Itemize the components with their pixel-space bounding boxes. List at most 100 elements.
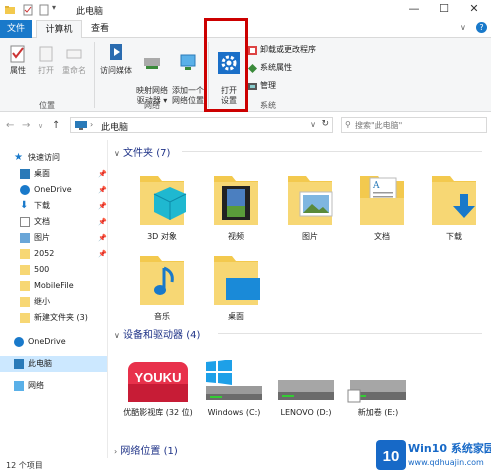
nav-item-pictures[interactable]: 图片 📌 bbox=[0, 230, 107, 246]
drive-c[interactable]: Windows (C:) bbox=[198, 360, 270, 418]
properties-button[interactable]: 属性 bbox=[6, 44, 30, 76]
computer-icon bbox=[75, 121, 87, 130]
3d-objects-icon bbox=[140, 176, 187, 225]
access-media-label: 访问媒体 bbox=[100, 66, 132, 75]
minimize-button[interactable]: — bbox=[406, 2, 422, 16]
nav-item-jixiao[interactable]: 继小 bbox=[0, 294, 107, 310]
nav-label: 下载 bbox=[34, 201, 50, 210]
rename-button[interactable]: 重命名 bbox=[60, 44, 88, 76]
nav-item-quick-access[interactable]: ★ 快速访问 bbox=[0, 150, 107, 166]
add-network-location-button[interactable]: 添加一个 网络位置 bbox=[170, 42, 206, 106]
desktop-icon bbox=[20, 169, 30, 179]
ribbon-divider bbox=[94, 42, 95, 108]
folder-downloads[interactable]: 下载 bbox=[422, 168, 486, 242]
devices-section-header[interactable]: ∨ 设备和驱动器 (4) bbox=[114, 326, 200, 341]
forward-arrow-icon[interactable]: → bbox=[22, 120, 30, 131]
address-dropdown-icon[interactable]: ∨ bbox=[310, 120, 316, 129]
tile-label: LENOVO (D:) bbox=[280, 408, 332, 417]
drive-d[interactable]: LENOVO (D:) bbox=[270, 360, 342, 418]
tab-view[interactable]: 查看 bbox=[86, 20, 114, 38]
nav-item-onedrive[interactable]: OneDrive bbox=[0, 334, 107, 350]
folder-3d-objects[interactable]: 3D 对象 bbox=[130, 168, 194, 242]
close-button[interactable]: ✕ bbox=[466, 2, 482, 16]
navigation-pane: ★ 快速访问 桌面 📌 OneDrive 📌 ⬇ 下载 📌 文档 📌 图片 📌 … bbox=[0, 140, 108, 458]
nav-label: 500 bbox=[34, 265, 50, 274]
access-media-button[interactable]: 访问媒体 bbox=[98, 42, 134, 76]
document-icon: A bbox=[360, 176, 404, 225]
drive-e[interactable]: 新加卷 (E:) bbox=[342, 360, 414, 418]
cloud-icon bbox=[14, 337, 24, 347]
map-network-drive-button[interactable]: 映射网络 驱动器 ▾ bbox=[134, 42, 170, 106]
folders-section-title: 文件夹 (7) bbox=[123, 148, 171, 159]
watermark-url: www.qdhuajin.com bbox=[408, 458, 484, 467]
address-bar[interactable]: › 此电脑 ∨ ↻ bbox=[70, 117, 333, 133]
address-path: 此电脑 bbox=[101, 123, 129, 133]
breadcrumb-chevron-icon[interactable]: › bbox=[90, 120, 93, 129]
system-properties-button[interactable]: 系统属性 bbox=[248, 62, 292, 74]
nav-item-this-pc[interactable]: 此电脑 bbox=[0, 356, 107, 372]
nav-item-mobilefile[interactable]: MobileFile bbox=[0, 278, 107, 294]
nav-label: 文档 bbox=[34, 217, 50, 226]
properties-quick-icon[interactable] bbox=[22, 4, 34, 16]
network-location-icon bbox=[180, 54, 196, 70]
quick-access-dropdown[interactable]: ▾ bbox=[52, 3, 56, 12]
nav-item-new-folder-3[interactable]: 新建文件夹 (3) bbox=[0, 310, 107, 326]
system-properties-icon bbox=[248, 64, 257, 73]
search-input[interactable]: ⚲ 搜索"此电脑" bbox=[341, 117, 487, 133]
nav-label: 图片 bbox=[34, 233, 50, 242]
nav-item-network[interactable]: 网络 bbox=[0, 378, 107, 394]
ribbon-collapse-icon[interactable]: ∨ bbox=[460, 23, 466, 32]
tab-computer[interactable]: 计算机 bbox=[36, 20, 82, 38]
network-drive-icon bbox=[144, 58, 160, 69]
watermark: 10 Win10 系统家园 www.qdhuajin.com bbox=[376, 434, 491, 474]
new-folder-quick-icon[interactable] bbox=[38, 4, 50, 16]
folder-icon bbox=[20, 249, 30, 259]
recent-dropdown-icon[interactable]: ∨ bbox=[38, 122, 43, 130]
uninstall-programs-button[interactable]: 卸载或更改程序 bbox=[248, 44, 316, 56]
back-arrow-icon[interactable]: ← bbox=[6, 120, 14, 131]
help-icon[interactable]: ? bbox=[476, 22, 487, 33]
folders-section-header[interactable]: ∨ 文件夹 (7) bbox=[114, 144, 171, 159]
nav-item-documents[interactable]: 文档 📌 bbox=[0, 214, 107, 230]
nav-item-2052[interactable]: 2052 📌 bbox=[0, 246, 107, 262]
nav-label: MobileFile bbox=[34, 281, 74, 290]
folder-documents[interactable]: A 文档 bbox=[350, 168, 414, 242]
address-row: ← → ∨ ↑ › 此电脑 ∨ ↻ ⚲ 搜索"此电脑" bbox=[0, 112, 491, 140]
nav-label: 桌面 bbox=[34, 169, 50, 178]
open-icon bbox=[39, 46, 53, 62]
folder-videos[interactable]: 视频 bbox=[204, 168, 268, 242]
folder-pictures[interactable]: 图片 bbox=[278, 168, 342, 242]
maximize-button[interactable]: ☐ bbox=[436, 2, 452, 16]
search-icon: ⚲ bbox=[345, 120, 351, 129]
nav-item-desktop[interactable]: 桌面 📌 bbox=[0, 166, 107, 182]
cloud-icon bbox=[20, 185, 30, 195]
properties-icon bbox=[10, 45, 25, 63]
media-icon bbox=[110, 44, 122, 60]
up-arrow-icon[interactable]: ↑ bbox=[52, 120, 60, 131]
manage-button[interactable]: 管理 bbox=[248, 80, 276, 92]
watermark-title: Win10 系统家园 bbox=[408, 442, 491, 455]
tile-label: 音乐 bbox=[154, 312, 170, 321]
folder-desktop[interactable]: 桌面 bbox=[204, 248, 268, 322]
tile-label: Windows (C:) bbox=[207, 408, 261, 417]
section-divider bbox=[182, 151, 482, 152]
open-button[interactable]: 打开 bbox=[34, 44, 58, 76]
download-icon bbox=[432, 176, 476, 225]
hard-drive-icon bbox=[278, 380, 334, 400]
open-label: 打开 bbox=[38, 66, 54, 75]
refresh-icon[interactable]: ↻ bbox=[321, 119, 329, 129]
pin-icon: 📌 bbox=[98, 170, 107, 178]
nav-item-downloads[interactable]: ⬇ 下载 📌 bbox=[0, 198, 107, 214]
nav-item-500[interactable]: 500 bbox=[0, 262, 107, 278]
tab-file[interactable]: 文件 bbox=[0, 20, 32, 38]
hard-drive-icon bbox=[347, 380, 406, 403]
nav-item-onedrive-pinned[interactable]: OneDrive 📌 bbox=[0, 182, 107, 198]
nav-label: 继小 bbox=[34, 297, 50, 306]
network-section-header[interactable]: › 网络位置 (1) bbox=[114, 442, 178, 457]
nav-label: 网络 bbox=[28, 381, 44, 390]
folder-music[interactable]: 音乐 bbox=[130, 248, 194, 322]
network-section-title: 网络位置 (1) bbox=[120, 446, 178, 457]
nav-label: 此电脑 bbox=[28, 359, 52, 368]
add-network-location-label: 添加一个 网络位置 bbox=[172, 86, 204, 105]
drive-youku[interactable]: YOUKU 优酷影视库 (32 位) bbox=[120, 360, 196, 418]
